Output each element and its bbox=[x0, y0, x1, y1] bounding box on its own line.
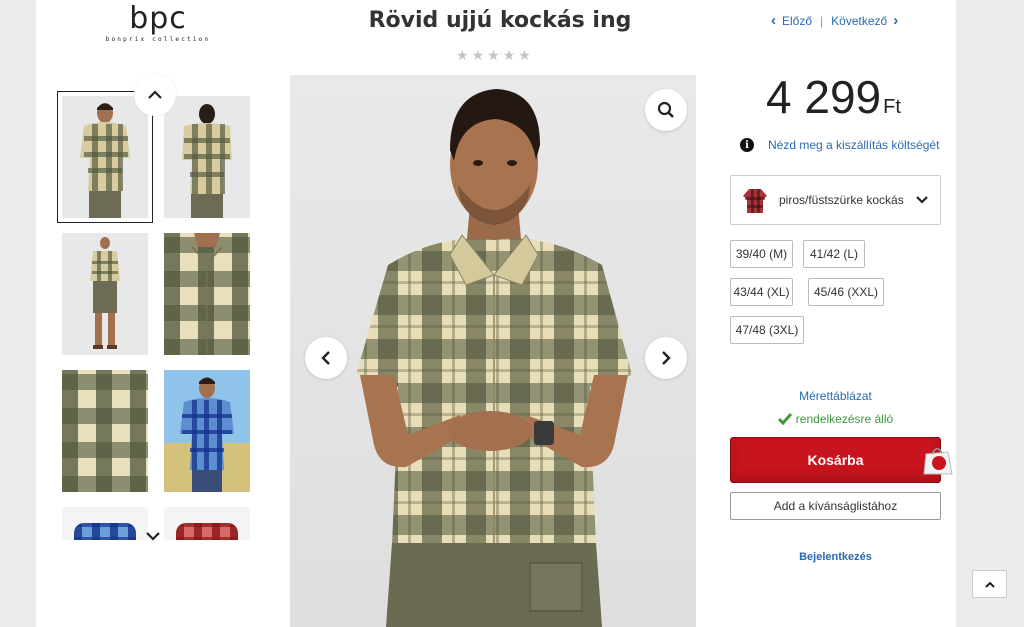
shopping-bag-icon bbox=[923, 448, 953, 475]
color-swatch bbox=[743, 189, 767, 213]
thumbnail-detail-collar[interactable] bbox=[164, 233, 250, 355]
back-to-top-button[interactable] bbox=[972, 570, 1007, 598]
login-link[interactable]: Bejelentkezés bbox=[730, 551, 941, 563]
thumbnail-red-shirt[interactable] bbox=[164, 507, 250, 540]
back-to-top-icon bbox=[984, 581, 995, 588]
thumbnail-back[interactable] bbox=[164, 96, 250, 218]
thumbnail-full-body[interactable] bbox=[62, 233, 148, 355]
chevron-down-icon bbox=[146, 532, 160, 541]
chevron-right-icon bbox=[662, 351, 671, 365]
thumbnail-image bbox=[62, 96, 148, 218]
zoom-button[interactable] bbox=[645, 89, 687, 131]
shipping-cost-text: Nézd meg a kiszállítás költségét bbox=[768, 138, 940, 152]
shipping-cost-link[interactable]: i Nézd meg a kiszállítás költségét bbox=[740, 138, 939, 152]
thumbnail-blue-variant[interactable] bbox=[164, 370, 250, 492]
size-option-m[interactable]: 39/40 (M) bbox=[730, 240, 793, 268]
chevron-up-icon bbox=[148, 90, 162, 99]
chevron-down-icon bbox=[916, 196, 928, 204]
star-icon: ★ bbox=[456, 47, 469, 63]
thumbnail-blue-shirt[interactable] bbox=[62, 507, 148, 540]
logo-main-text: bpc bbox=[129, 1, 187, 36]
thumbnail-image bbox=[62, 233, 148, 355]
thumbnail-gallery bbox=[56, 88, 256, 540]
thumbnail-scroll-up-button[interactable] bbox=[134, 74, 176, 116]
zoom-icon bbox=[657, 101, 674, 118]
chevron-left-icon[interactable]: ‹ bbox=[771, 12, 776, 29]
price-amount: 4 299 bbox=[766, 71, 882, 123]
product-navigation: ‹ Előző | Következő › bbox=[771, 12, 898, 29]
thumbnail-scroll-down-button[interactable] bbox=[146, 528, 160, 546]
add-to-wishlist-button[interactable]: Add a kívánságlistához bbox=[730, 492, 941, 520]
product-price: 4 299 Ft bbox=[766, 70, 901, 124]
nav-separator: | bbox=[820, 13, 824, 28]
prev-link[interactable]: Előző bbox=[782, 14, 812, 28]
logo-sub-text: bonprix collection bbox=[105, 36, 211, 43]
next-link[interactable]: Következő bbox=[831, 14, 887, 28]
rating-stars[interactable]: ★ ★ ★ ★ ★ bbox=[456, 48, 531, 62]
size-option-xl[interactable]: 43/44 (XL) bbox=[730, 278, 793, 306]
chevron-right-icon[interactable]: › bbox=[893, 12, 898, 29]
checkmark-icon bbox=[777, 413, 792, 425]
thumbnail-image bbox=[191, 233, 223, 355]
thumbnail-shirt-shape bbox=[74, 523, 136, 540]
color-dropdown[interactable]: piros/füstszürke kockás bbox=[730, 175, 941, 225]
info-icon: i bbox=[740, 138, 754, 152]
availability-status: rendelkezésre álló bbox=[730, 412, 941, 426]
main-product-image[interactable] bbox=[290, 75, 696, 627]
availability-text: rendelkezésre álló bbox=[795, 412, 894, 426]
size-option-l[interactable]: 41/42 (L) bbox=[803, 240, 865, 268]
next-image-button[interactable] bbox=[645, 337, 687, 379]
product-photo bbox=[290, 75, 696, 627]
star-icon: ★ bbox=[518, 47, 531, 63]
thumbnail-image bbox=[180, 377, 234, 492]
star-icon: ★ bbox=[471, 47, 485, 63]
size-chart-link[interactable]: Mérettáblázat bbox=[730, 389, 941, 403]
thumbnail-image bbox=[164, 96, 250, 218]
star-icon: ★ bbox=[487, 47, 500, 63]
thumbnail-fabric[interactable] bbox=[62, 370, 148, 492]
thumbnail-front[interactable] bbox=[57, 91, 153, 223]
size-option-3xl[interactable]: 47/48 (3XL) bbox=[730, 316, 804, 344]
product-title: Rövid ujjú kockás ing bbox=[368, 8, 632, 33]
size-option-xxl[interactable]: 45/46 (XXL) bbox=[808, 278, 884, 306]
color-selected-label: piros/füstszürke kockás bbox=[779, 193, 904, 207]
chevron-left-icon bbox=[321, 351, 330, 365]
price-currency: Ft bbox=[883, 96, 901, 118]
add-to-cart-button[interactable]: Kosárba bbox=[730, 437, 941, 483]
star-icon: ★ bbox=[502, 47, 516, 63]
brand-logo[interactable]: bpc bonprix collection bbox=[104, 1, 212, 44]
thumbnail-shirt-shape bbox=[176, 523, 238, 540]
prev-image-button[interactable] bbox=[305, 337, 347, 379]
product-page: bpc bonprix collection Rövid ujjú kockás… bbox=[36, 0, 956, 627]
